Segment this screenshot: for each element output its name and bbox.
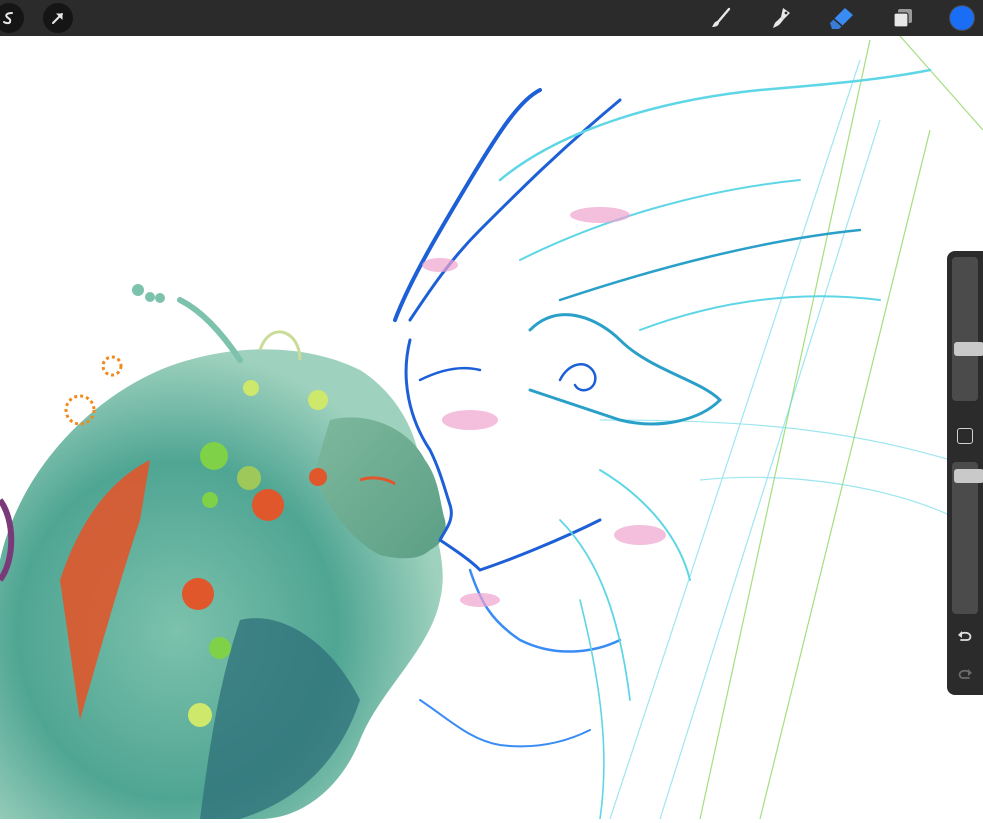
illustration — [0, 35, 983, 820]
redo-icon — [958, 669, 972, 679]
selection-icon — [3, 12, 13, 25]
opacity-slider[interactable] — [952, 462, 983, 614]
modify-square-icon[interactable] — [957, 428, 973, 444]
color-picker-swatch[interactable] — [950, 6, 974, 30]
undo-button[interactable] — [955, 626, 975, 646]
brush-button[interactable] — [707, 4, 735, 32]
brush-size-thumb[interactable] — [954, 342, 983, 356]
smudge-icon — [773, 8, 790, 28]
brush-icon — [712, 7, 731, 27]
eraser-icon — [830, 8, 853, 29]
transform-button[interactable] — [43, 3, 73, 33]
brush-size-slider[interactable] — [952, 257, 983, 401]
opacity-thumb[interactable] — [954, 469, 983, 483]
transform-arrow-icon — [52, 13, 63, 24]
redo-button[interactable] — [955, 664, 975, 684]
undo-icon — [958, 631, 972, 641]
eraser-button[interactable] — [828, 4, 856, 32]
side-slider-bar — [947, 251, 983, 695]
smudge-button[interactable] — [768, 4, 796, 32]
layers-button[interactable] — [889, 4, 917, 32]
drawing-canvas[interactable] — [0, 35, 983, 820]
gallery-selection-button[interactable] — [0, 3, 24, 33]
top-toolbar — [0, 0, 983, 36]
layers-icon — [893, 9, 912, 28]
